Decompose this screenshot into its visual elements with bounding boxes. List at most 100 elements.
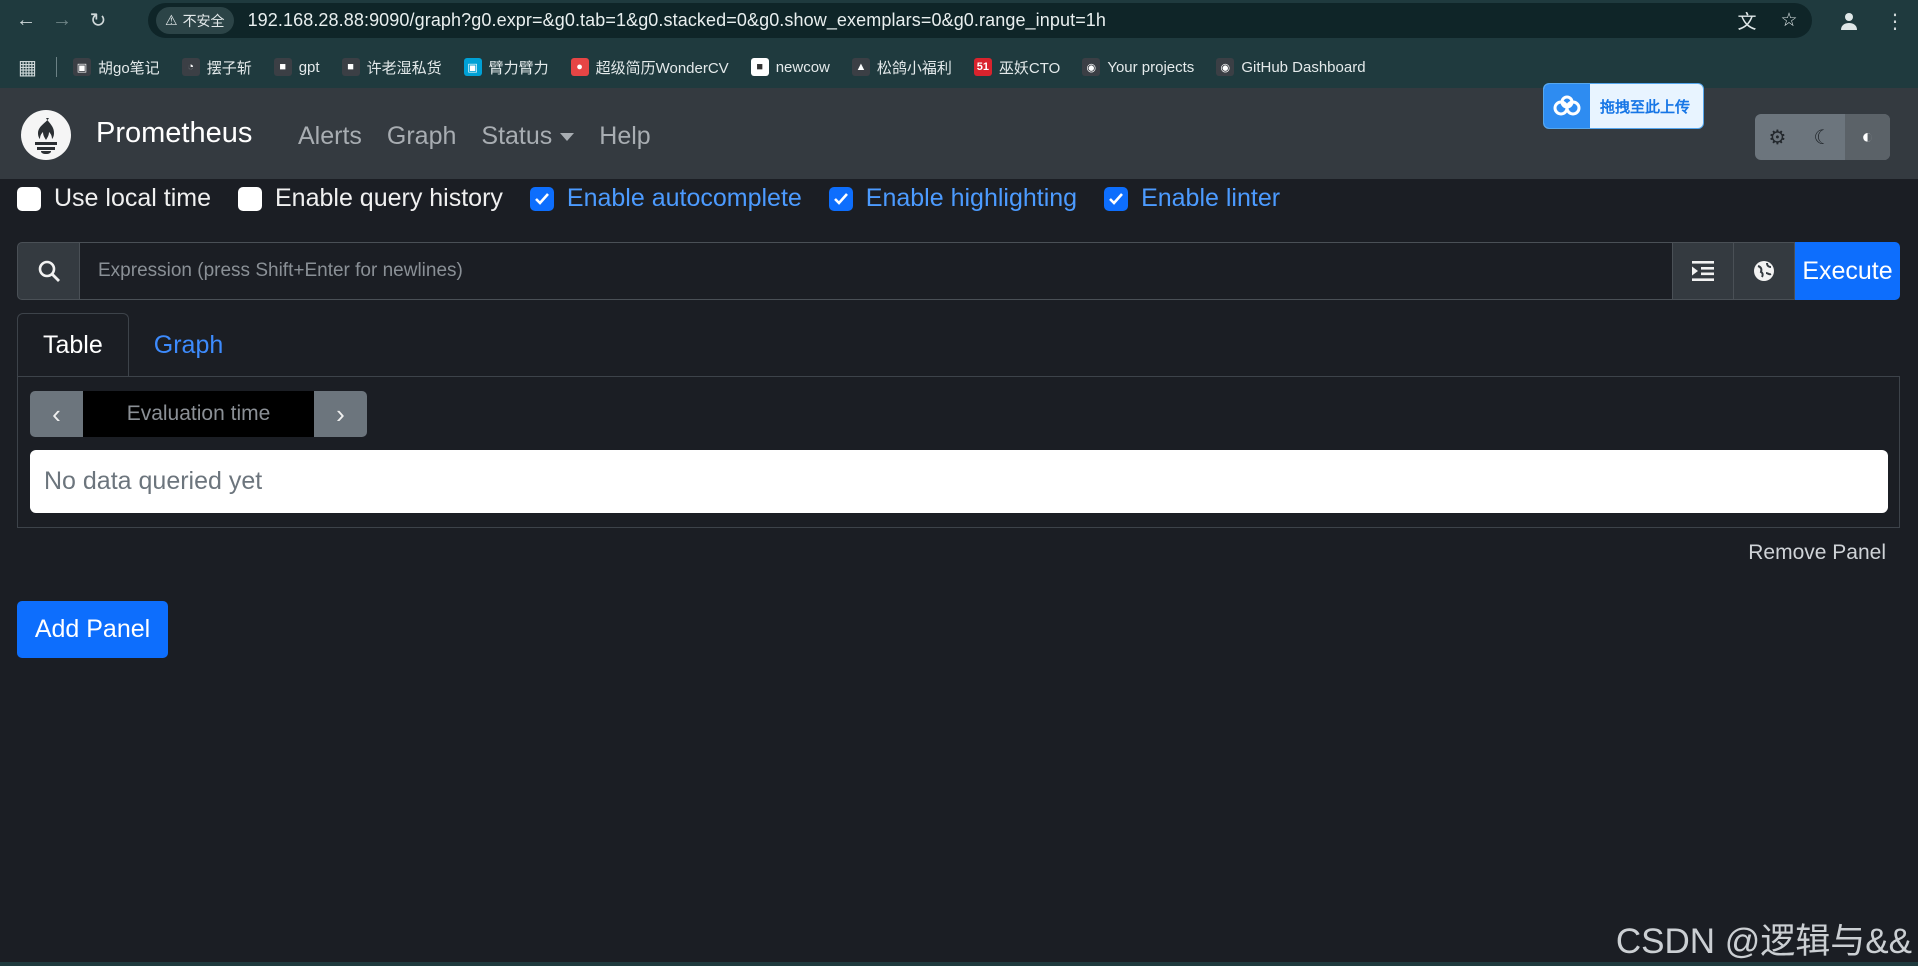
forward-icon[interactable]: → (44, 3, 80, 39)
checkbox-label: Enable linter (1141, 184, 1281, 212)
enable-autocomplete-checkbox[interactable]: Enable autocomplete (529, 184, 802, 213)
translate-icon[interactable]: 文 (1734, 7, 1760, 33)
chevron-left-icon[interactable]: ‹ (30, 391, 83, 437)
panel-body: ‹ Evaluation time › No data queried yet (17, 376, 1900, 528)
checkmark-icon[interactable] (529, 186, 554, 211)
bookmark-label: 巫妖CTO (998, 59, 1061, 77)
wondercv-icon: ● (570, 58, 589, 76)
bookmark-item[interactable]: ▲ 松鸽小福利 (851, 57, 952, 78)
nav-status-label: Status (481, 122, 553, 150)
csdn-watermark: CSDN @逻辑与&& (1615, 922, 1912, 961)
browser-chrome: ← → ↻ ⚠ 不安全 192.168.28.88:9090/graph?g0.… (0, 0, 1918, 88)
add-panel-button[interactable]: Add Panel (17, 601, 168, 658)
warning-icon: ⚠ (165, 12, 178, 28)
book-icon: ▣ (73, 58, 91, 76)
url-text[interactable]: 192.168.28.88:9090/graph?g0.expr=&g0.tab… (248, 10, 1106, 31)
address-bar[interactable]: ⚠ 不安全 192.168.28.88:9090/graph?g0.expr=&… (148, 3, 1812, 38)
folder-icon: ■ (273, 58, 292, 76)
no-data-message: No data queried yet (30, 450, 1888, 513)
use-local-time-checkbox[interactable]: Use local time (17, 184, 211, 213)
bookmark-label: newcow (775, 58, 830, 76)
light-theme-icon[interactable]: ⚙ (1755, 114, 1800, 160)
folder-icon: ■ (341, 58, 360, 76)
expression-input[interactable] (80, 242, 1673, 300)
tab-graph[interactable]: Graph (129, 313, 248, 377)
bookmark-item[interactable]: ■ 许老湿私货 (341, 57, 442, 78)
chevron-right-icon[interactable]: › (314, 391, 367, 437)
evaluation-time-input[interactable]: Evaluation time (83, 391, 314, 437)
auto-theme-icon[interactable]: ◐ (1845, 114, 1890, 160)
dark-theme-icon[interactable]: ☾ (1800, 114, 1845, 160)
evaluation-time-group: ‹ Evaluation time › (30, 391, 367, 437)
nav-graph[interactable]: Graph (387, 122, 456, 151)
metrics-explorer-globe-icon[interactable] (1734, 242, 1795, 300)
security-chip[interactable]: ⚠ 不安全 (156, 7, 234, 34)
bookmark-label: 臂力臂力 (488, 59, 549, 77)
bookmark-separator (56, 57, 57, 77)
reload-icon[interactable]: ↻ (80, 3, 116, 39)
menu-icon[interactable]: ⋮ (1872, 3, 1918, 39)
enable-linter-checkbox[interactable]: Enable linter (1104, 184, 1280, 213)
bookmark-item[interactable]: ◉ Your projects (1082, 58, 1194, 76)
search-icon (17, 242, 80, 300)
panel-tabs: Table Graph (17, 313, 248, 377)
prometheus-logo[interactable] (21, 110, 71, 160)
expression-input-group: Execute (17, 242, 1900, 300)
bookmark-label: 超级简历WonderCV (595, 59, 729, 77)
checkbox-label: Enable query history (275, 184, 503, 212)
format-expression-icon[interactable] (1673, 242, 1734, 300)
execute-button[interactable]: Execute (1795, 242, 1900, 300)
bottom-border (0, 962, 1918, 966)
back-icon[interactable]: ← (8, 3, 44, 39)
bookmark-label: 摆子斩 (206, 59, 252, 77)
brand-title[interactable]: Prometheus (96, 117, 252, 150)
star-icon[interactable]: ☆ (1776, 7, 1802, 33)
bookmark-label: GitHub Dashboard (1241, 58, 1366, 76)
github-icon: ◉ (1216, 58, 1235, 76)
bookmark-item[interactable]: ▣ 臂力臂力 (463, 57, 549, 78)
checkbox-box[interactable] (238, 186, 262, 211)
bookmark-item[interactable]: ■ gpt (273, 58, 320, 76)
newcow-icon: ■ (750, 58, 769, 76)
github-icon: ◉ (1082, 58, 1101, 76)
enable-highlighting-checkbox[interactable]: Enable highlighting (828, 184, 1078, 213)
nav-status[interactable]: Status (481, 122, 575, 151)
checkmark-icon[interactable] (828, 186, 853, 211)
checkbox-box[interactable] (17, 186, 41, 211)
bookmark-label: Your projects (1107, 58, 1195, 76)
bookmark-item[interactable]: ◔ 摆子斩 (181, 57, 252, 78)
bookmark-item[interactable]: ● 超级简历WonderCV (570, 57, 729, 78)
bilibili-icon: ▣ (463, 58, 482, 76)
bookmark-item[interactable]: ■ newcow (750, 58, 830, 76)
enable-query-history-checkbox[interactable]: Enable query history (238, 184, 503, 213)
nav-alerts[interactable]: Alerts (298, 122, 362, 151)
settings-row: Use local time Enable query history Enab… (17, 184, 1280, 213)
bookmark-label: 胡go笔记 (98, 59, 160, 77)
bookmark-label: gpt (298, 58, 320, 76)
upload-label: 拖拽至此上传 (1600, 98, 1691, 116)
apps-grid-icon[interactable]: ▦ (18, 55, 42, 80)
tab-table[interactable]: Table (17, 313, 129, 377)
checkbox-label: Use local time (54, 184, 211, 212)
checkbox-label: Enable highlighting (865, 184, 1078, 212)
main-nav: Alerts Graph Status Help (298, 122, 651, 151)
bookmarks-bar: ▦ ▣ 胡go笔记 ◔ 摆子斩 ■ gpt ■ 许老湿私货 ▣ 臂力臂力 ● 超级简历WonderCV… (0, 49, 1918, 85)
bookmark-item[interactable]: ◉ GitHub Dashboard (1216, 58, 1366, 76)
51cto-icon: 51 (973, 58, 992, 76)
bookmark-item[interactable]: ▣ 胡go笔记 (73, 57, 160, 78)
upload-drop-button[interactable]: 拖拽至此上传 (1543, 83, 1704, 129)
remove-panel-link[interactable]: Remove Panel (1748, 541, 1886, 565)
bookmark-label: 松鸽小福利 (876, 59, 952, 77)
globe-icon: ◔ (181, 58, 200, 76)
theme-switcher: ⚙ ☾ ◐ (1755, 114, 1890, 160)
bookmark-label: 许老湿私货 (366, 59, 442, 77)
pigeon-icon: ▲ (851, 58, 870, 76)
checkbox-label: Enable autocomplete (566, 184, 802, 212)
insecure-label: 不安全 (182, 12, 225, 29)
checkmark-icon[interactable] (1104, 186, 1129, 211)
caret-down-icon (560, 133, 575, 142)
bookmark-item[interactable]: 51 巫妖CTO (973, 57, 1061, 78)
cloud-icon (1544, 84, 1590, 128)
nav-help[interactable]: Help (599, 122, 650, 151)
profile-icon[interactable] (1826, 3, 1872, 39)
